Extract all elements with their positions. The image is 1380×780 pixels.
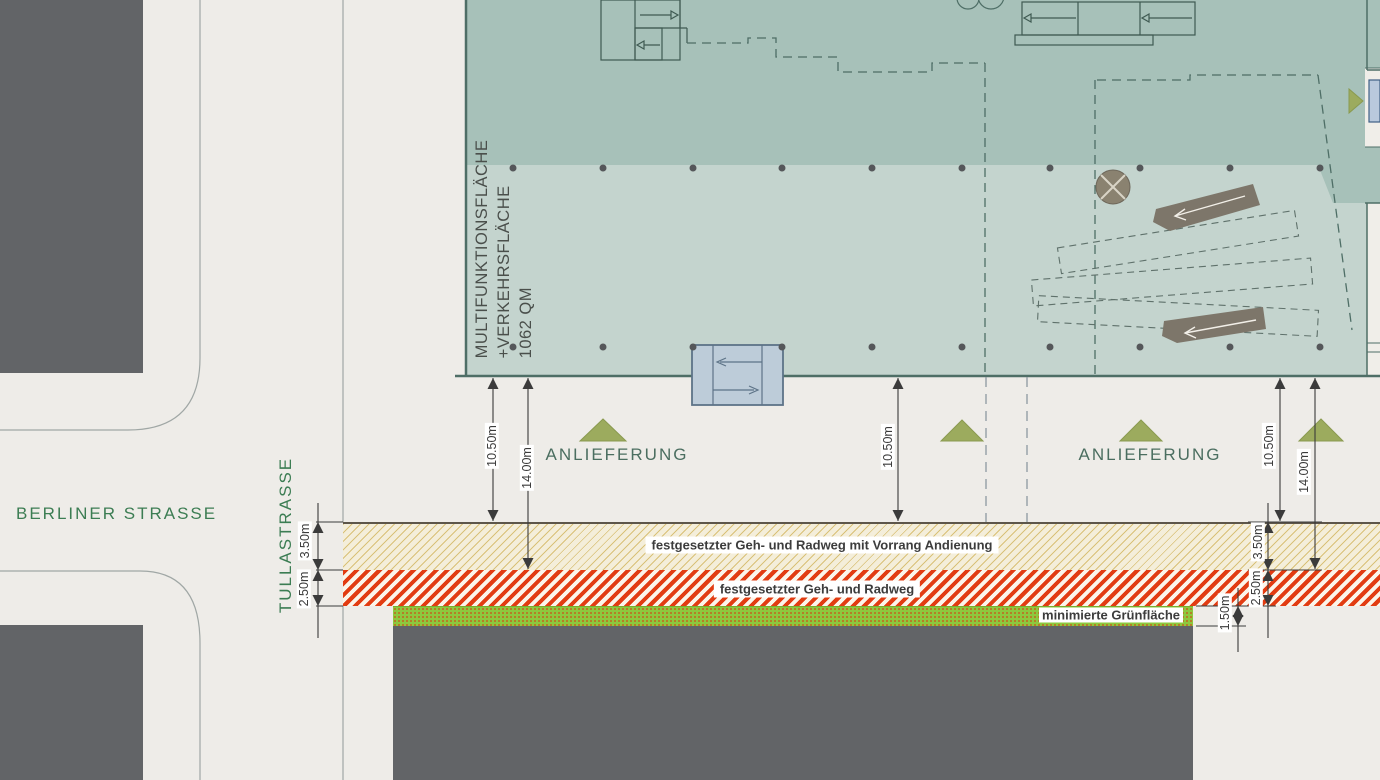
- street-label-tullastrasse: TULLASTRASSE: [276, 457, 296, 613]
- dim-label-2-50m-right: 2.50m: [1249, 569, 1263, 608]
- door-element: [1369, 80, 1380, 122]
- site-plan: BERLINER STRASSE TULLASTRASSE MULTIFUNKT…: [0, 0, 1380, 780]
- dim-label-10-50m-middle: 10.50m: [881, 424, 895, 470]
- delivery-label-right: ANLIEFERUNG: [1079, 445, 1222, 465]
- stair-block-bottom-center: [692, 345, 783, 405]
- projection-dashed-lines: [986, 377, 1027, 522]
- plan-linework: [0, 0, 1380, 780]
- dim-label-14-00m-right: 14.00m: [1297, 449, 1311, 495]
- hall-area-label-line1: MULTIFUNKTIONSFLÄCHE: [471, 140, 493, 359]
- band-label-green-area: minimierte Grünfläche: [1039, 608, 1183, 623]
- hall-upper-zone: [465, 0, 1380, 203]
- dim-label-10-50m-right: 10.50m: [1262, 423, 1276, 469]
- dim-label-10-50m-left: 10.50m: [485, 423, 499, 469]
- hall-area-label-line3: 1062 QM: [515, 140, 537, 359]
- truck-shapes: [1153, 184, 1266, 343]
- tree-symbol: [1096, 170, 1130, 204]
- dim-label-2-50m-left: 2.50m: [297, 570, 311, 609]
- band-label-walkway-priority: festgesetzter Geh- und Radweg mit Vorran…: [646, 537, 999, 554]
- street-curb-lines: [0, 0, 343, 780]
- dim-label-1-50m-right: 1.50m: [1218, 594, 1232, 633]
- delivery-label-left: ANLIEFERUNG: [546, 445, 689, 465]
- dim-label-3-50m-left: 3.50m: [298, 522, 312, 561]
- street-label-berliner-strasse: BERLINER STRASSE: [16, 504, 217, 524]
- dim-label-3-50m-right: 3.50m: [1251, 523, 1265, 562]
- hall-area-label: MULTIFUNKTIONSFLÄCHE +VERKEHRSFLÄCHE 106…: [471, 140, 537, 359]
- hall-area-label-line2: +VERKEHRSFLÄCHE: [493, 140, 515, 359]
- band-label-walkway: festgesetzter Geh- und Radweg: [714, 581, 920, 598]
- dim-label-14-00m-left: 14.00m: [520, 445, 534, 491]
